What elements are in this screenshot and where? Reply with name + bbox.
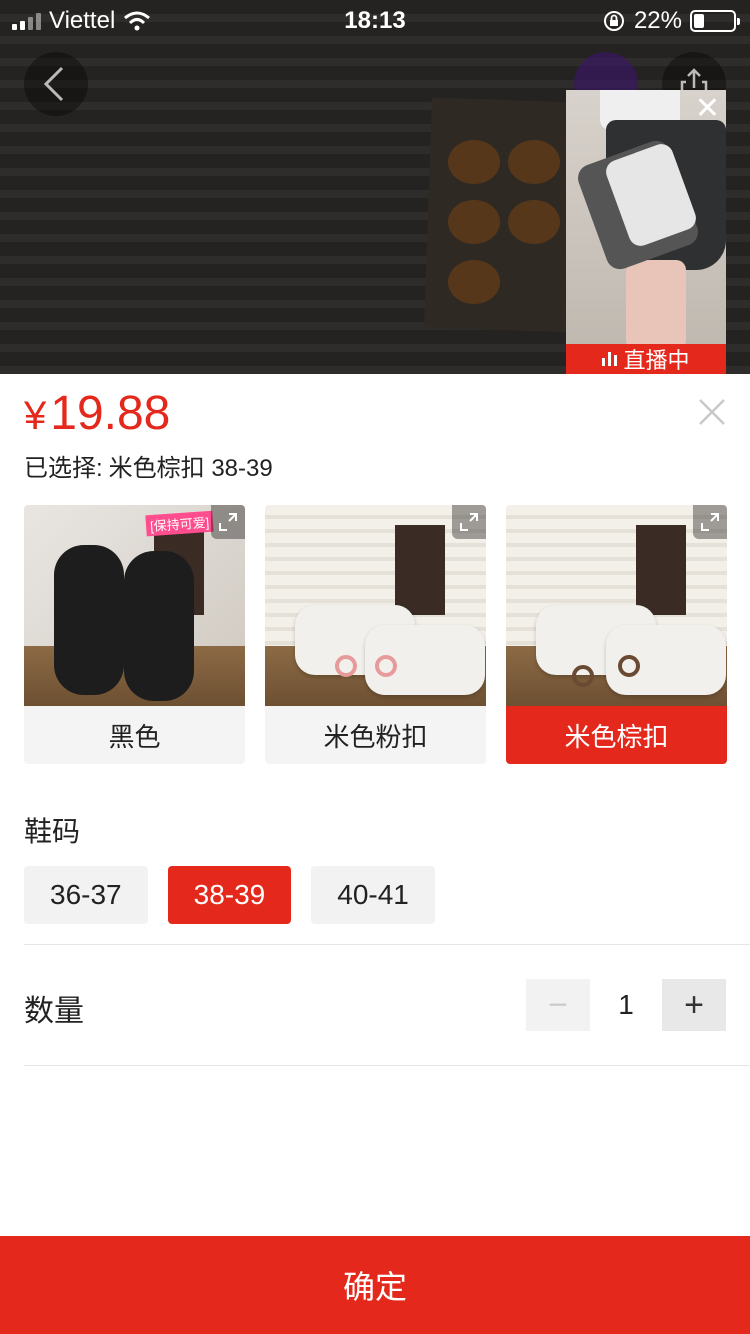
- quantity-value: 1: [618, 989, 634, 1020]
- divider: [24, 944, 750, 945]
- quantity-stepper: − 1 +: [526, 979, 726, 1031]
- rotation-lock-icon: [603, 11, 624, 31]
- status-bar: Viettel 18:13 22%: [0, 0, 750, 40]
- selected-label: 已选择:: [24, 455, 103, 482]
- variant-label: 黑色: [108, 721, 161, 752]
- variant-beige-brown[interactable]: 米色棕扣: [506, 505, 727, 764]
- variant-label: 米色棕扣: [506, 706, 727, 764]
- variant-beige-pink[interactable]: 米色粉扣: [265, 505, 486, 764]
- variant-image: [506, 505, 727, 706]
- expand-icon: [701, 513, 719, 531]
- expand-button[interactable]: [693, 505, 727, 539]
- close-icon[interactable]: ✕: [695, 94, 720, 124]
- close-icon: [699, 399, 725, 425]
- size-option-selected[interactable]: 38-39: [167, 866, 292, 924]
- status-right: 22%: [602, 7, 740, 35]
- selected-spec: 已选择: 米色棕扣 38-39: [24, 448, 273, 483]
- battery-percent: 22%: [633, 7, 682, 34]
- live-bars-icon: [602, 352, 618, 366]
- expand-icon: [219, 513, 237, 531]
- price: ¥19.88: [24, 386, 170, 444]
- back-button[interactable]: [24, 52, 88, 116]
- close-sheet-button[interactable]: [696, 396, 728, 434]
- expand-icon: [460, 513, 478, 531]
- decrement-button[interactable]: −: [526, 979, 590, 1031]
- quantity-label: 数量: [24, 995, 84, 1028]
- expand-button[interactable]: [452, 505, 486, 539]
- confirm-button[interactable]: 确定: [0, 1236, 750, 1334]
- increment-button[interactable]: +: [662, 979, 726, 1031]
- battery-icon: [690, 10, 740, 32]
- variant-image: [保持可爱]: [24, 505, 245, 706]
- selected-value: 米色棕扣 38-39: [108, 455, 273, 482]
- live-badge-label: 直播中: [623, 348, 690, 373]
- divider: [24, 1065, 750, 1066]
- expand-button[interactable]: [211, 505, 245, 539]
- chevron-left-icon: [43, 66, 64, 102]
- size-option[interactable]: 40-41: [311, 866, 435, 924]
- variant-label: 米色粉扣: [323, 721, 428, 752]
- variant-black[interactable]: [保持可爱] 黑色: [24, 505, 245, 764]
- size-option[interactable]: 36-37: [24, 866, 148, 924]
- price-value: 19.88: [50, 387, 171, 440]
- currency-symbol: ¥: [24, 394, 47, 438]
- size-options: 36-37 38-39 40-41: [24, 866, 435, 924]
- variant-image: [265, 505, 486, 706]
- size-section-title: 鞋码: [24, 816, 81, 847]
- color-variants: [保持可爱] 黑色 米色粉扣 米色棕扣: [24, 505, 727, 764]
- live-video-window[interactable]: ✕ 直播中: [566, 90, 726, 374]
- live-badge: 直播中: [566, 344, 726, 374]
